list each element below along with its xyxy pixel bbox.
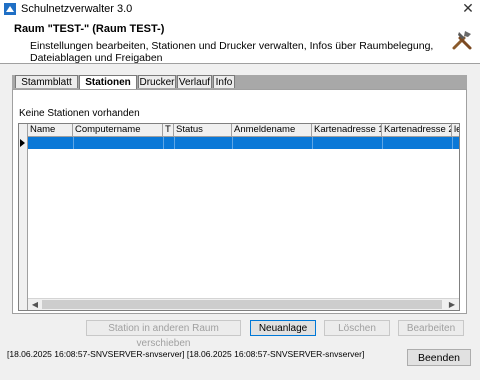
tab-label: Verlauf xyxy=(178,77,211,88)
scroll-right-icon[interactable]: ▶ xyxy=(446,300,458,310)
edit-button[interactable]: Bearbeiten xyxy=(398,320,464,336)
stations-panel: Keine Stationen vorhanden Name Computern… xyxy=(12,89,467,314)
stations-grid[interactable]: Name Computername T Status Anmeldename K… xyxy=(18,123,460,311)
close-icon: ✕ xyxy=(462,0,474,16)
column-header-t[interactable]: T xyxy=(163,124,174,137)
cell-divider xyxy=(163,137,164,149)
tab-stammblatt[interactable]: Stammblatt xyxy=(15,75,78,88)
column-header-kartenadresse-2[interactable]: Kartenadresse 2 xyxy=(382,124,452,137)
app-icon xyxy=(4,3,16,15)
grid-header: Name Computername T Status Anmeldename K… xyxy=(19,124,459,137)
tab-drucker[interactable]: Drucker xyxy=(138,75,176,88)
column-header-name[interactable]: Name xyxy=(28,124,73,137)
cell-divider xyxy=(232,137,233,149)
selected-row[interactable] xyxy=(28,137,459,149)
column-header-status[interactable]: Status xyxy=(174,124,232,137)
empty-stations-label: Keine Stationen vorhanden xyxy=(19,108,140,119)
cell-divider xyxy=(174,137,175,149)
column-header-computername[interactable]: Computername xyxy=(73,124,163,137)
dialog-header: Raum "TEST-" (Raum TEST-) Einstellungen … xyxy=(0,18,480,64)
column-header-kartenadresse-1[interactable]: Kartenadresse 1 xyxy=(312,124,382,137)
tab-label: Info xyxy=(215,77,233,88)
delete-button[interactable]: Löschen xyxy=(324,320,390,336)
tab-label: Drucker xyxy=(139,77,175,88)
move-station-button[interactable]: Station in anderen Raum verschieben xyxy=(86,320,241,349)
new-station-button[interactable]: Neuanlage xyxy=(250,320,316,336)
window-title: Schulnetzverwalter 3.0 xyxy=(21,3,133,15)
tab-label: Stationen xyxy=(85,77,131,88)
row-indicator-column xyxy=(19,124,28,310)
tab-label: Stammblatt xyxy=(21,77,72,88)
title-bar: Schulnetzverwalter 3.0 ✕ xyxy=(0,0,480,18)
room-subtitle: Einstellungen bearbeiten, Stationen und … xyxy=(30,40,434,64)
cell-divider xyxy=(452,137,453,149)
tab-info[interactable]: Info xyxy=(213,75,235,88)
tab-verlauf[interactable]: Verlauf xyxy=(177,75,212,88)
scroll-thumb[interactable] xyxy=(42,300,442,309)
cell-divider xyxy=(73,137,74,149)
room-title: Raum "TEST-" (Raum TEST-) xyxy=(14,23,165,35)
row-indicator-arrow-icon xyxy=(20,139,25,147)
tab-stationen[interactable]: Stationen xyxy=(79,75,137,89)
exit-button[interactable]: Beenden xyxy=(407,349,471,366)
column-header-letzte[interactable]: letz xyxy=(452,124,459,137)
tools-icon xyxy=(452,31,472,50)
cell-divider xyxy=(312,137,313,149)
close-button[interactable]: ✕ xyxy=(456,0,480,18)
cell-divider xyxy=(382,137,383,149)
column-header-anmeldename[interactable]: Anmeldename xyxy=(232,124,312,137)
status-log: [18.06.2025 16:08:57-SNVSERVER-snvserver… xyxy=(7,349,365,359)
tab-strip: Stammblatt Stationen Drucker Verlauf Inf… xyxy=(12,75,467,89)
horizontal-scrollbar[interactable]: ◀ ▶ xyxy=(28,298,459,310)
scroll-left-icon[interactable]: ◀ xyxy=(29,300,41,310)
